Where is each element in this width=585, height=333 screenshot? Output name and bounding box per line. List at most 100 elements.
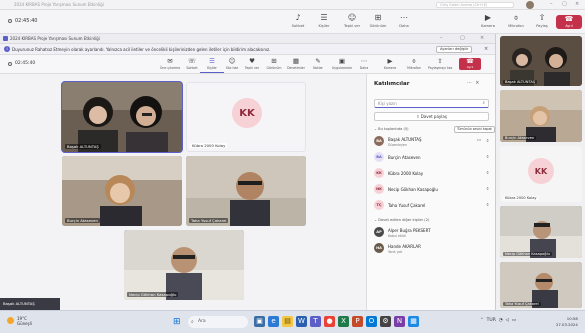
outer-tool-people[interactable]: ☰ Kişiler	[310, 13, 338, 28]
phone-icon: ☎	[466, 58, 474, 65]
outer-meeting-toolbar: 02:45:40 ♪ Sohbet ☰ Kişiler ☺ Tepki ver …	[0, 10, 585, 34]
inner-leave-button[interactable]: ☎ Ayrıl	[459, 58, 481, 70]
inner-tool-notes[interactable]: ✎ Notlar	[306, 57, 330, 70]
volume-icon[interactable]: ◁	[506, 318, 509, 323]
task-view-icon[interactable]: ▣	[254, 316, 265, 327]
inner-tool-more[interactable]: ⋯ Daha	[352, 57, 376, 70]
mute-all-button[interactable]: Tümünün sesini kapat	[454, 126, 495, 133]
tile-name-label: Başak ALTUNTAŞ	[65, 144, 101, 149]
strip-tile-basak[interactable]: Başak ALTUNTAŞ	[500, 36, 582, 86]
participant-row[interactable]: NK Necip Gökhan Kasapoğlu ⌽	[374, 183, 491, 197]
participant-avatar: BA	[374, 136, 384, 146]
strip-tile-kubra[interactable]: KK Kübra 2000 Kolay	[500, 146, 582, 202]
video-tile-taha[interactable]: Taha Yusuf Çakarel	[186, 156, 306, 226]
invited-row[interactable]: AP Alper Buğra PEKSERT Kabul etildi	[374, 226, 491, 240]
video-basak	[62, 82, 182, 152]
outer-tool-view[interactable]: ⊞ Görünüm	[364, 13, 392, 28]
tile-name-label: Necip Gökhan Kasapoğlu	[127, 292, 179, 297]
word-icon[interactable]: W	[296, 316, 307, 327]
participant-row[interactable]: KK Kübra 2000 Kolay ⌽	[374, 167, 491, 181]
inner-tool-view[interactable]: ⊞ Görünüm	[262, 57, 286, 70]
inner-tool-stop-share[interactable]: ⇧ Paylaşmayı kes	[428, 57, 452, 70]
more-icon[interactable]: ⋯	[467, 80, 472, 86]
inner-tool-controls[interactable]: ▦ Denetimler	[284, 57, 308, 70]
video-tile-burcin[interactable]: Burçin Ataseven	[62, 156, 182, 226]
battery-icon[interactable]: ▭	[512, 318, 516, 323]
participant-row[interactable]: BA Burçin Ataseven ⌽	[374, 151, 491, 165]
outer-leave-button[interactable]: ☎ Ayrıl	[556, 15, 582, 29]
taskbar-search-label: Ara	[198, 319, 206, 324]
screen-share-label[interactable]: Başak ALTUNTAŞ	[0, 298, 60, 310]
user-avatar[interactable]	[526, 1, 534, 9]
inner-tool-react[interactable]: ♥ Tepki ver	[240, 57, 264, 70]
participant-row[interactable]: TÇ Taha Yusuf Çakarel ⌽	[374, 199, 491, 213]
system-tray[interactable]: ⌃ TUR ◔ ◁ ▭	[480, 318, 516, 323]
inner-tool-label: Görünüm	[266, 66, 282, 70]
chrome-icon[interactable]: ●	[324, 316, 335, 327]
inner-tool-mic[interactable]: ⌽ Mikrofon	[402, 57, 426, 70]
excel-icon[interactable]: X	[338, 316, 349, 327]
outer-window-title: 2024 KIRBAS Proje Yarışması Sunum Etkinl…	[14, 2, 104, 7]
share-invite-button[interactable]: ⇪ Davet paylaş	[374, 112, 489, 121]
inner-tool-camera[interactable]: ▶ Kamera	[378, 57, 402, 70]
inner-maximize-icon[interactable]: ▢	[460, 35, 465, 41]
invited-row[interactable]: HA Hande AKARLAR Yanıt yok	[374, 242, 491, 256]
inner-meeting-timer: 02:45:40	[8, 61, 35, 66]
edge-icon[interactable]: e	[268, 316, 279, 327]
outer-tool-more[interactable]: ⋯ Daha	[390, 13, 418, 28]
outer-search-input[interactable]: Giriş Galeri Arama (Ctrl+E)	[436, 2, 514, 8]
onenote-icon[interactable]: N	[394, 316, 405, 327]
controls-icon: ▦	[292, 57, 300, 65]
chevron-up-icon[interactable]: ⌃	[480, 318, 484, 323]
outer-tool-mic[interactable]: ⌽ Mikrofon	[502, 13, 530, 28]
inner-tool-apps[interactable]: ▣ Uygulamalar	[330, 57, 354, 70]
outer-tool-label: Kişiler	[318, 24, 330, 28]
settings-icon[interactable]: ⚙	[380, 316, 391, 327]
mic-icon: ⌽	[486, 139, 489, 144]
inner-tool-0[interactable]: ✉ Öne çıkarma	[158, 57, 182, 70]
participant-search-input[interactable]: Kişi yazın ⌕	[374, 99, 489, 108]
file-explorer-icon[interactable]: ▤	[282, 316, 293, 327]
minimize-icon[interactable]: –	[550, 1, 553, 7]
close-icon[interactable]: ×	[575, 1, 579, 7]
language-indicator[interactable]: TUR	[487, 318, 496, 323]
inner-close-icon[interactable]: ×	[480, 35, 484, 41]
screen: 2024 KIRBAS Proje Yarışması Sunum Etkinl…	[0, 0, 585, 333]
close-panel-icon[interactable]: ×	[475, 80, 479, 86]
participant-avatar: HA	[374, 243, 384, 253]
wifi-icon[interactable]: ◔	[499, 318, 503, 323]
outlook-icon[interactable]: O	[366, 316, 377, 327]
inner-tool-label: Uygulamalar	[331, 66, 353, 70]
outer-tool-camera[interactable]: ▶ Kamera	[474, 13, 502, 28]
windows-start-icon[interactable]: ⊞	[173, 317, 181, 327]
dnd-notice-bar: i Duyurunuz Rahatsız Etmeyin olarak ayar…	[0, 44, 495, 55]
strip-tile-taha[interactable]: Taha Yusuf Çakarel	[500, 262, 582, 308]
dismiss-notice-icon[interactable]: ×	[484, 46, 488, 52]
video-tile-necip[interactable]: Necip Gökhan Kasapoğlu	[124, 230, 244, 300]
strip-avatar-kk: KK	[528, 158, 554, 184]
more-icon: ⋯	[360, 57, 368, 65]
camera-icon: ▶	[387, 57, 393, 65]
outer-tool-chat[interactable]: ♪ Sohbet	[284, 13, 312, 28]
inner-tool-label: Notlar	[313, 66, 323, 70]
change-settings-button[interactable]: Ayarları değiştir	[436, 46, 473, 53]
others-section[interactable]: ⌄ Davet edilen diğer kişiler (2)	[374, 218, 429, 222]
participant-row[interactable]: BA Başak ALTUNTAŞ Düzenleyen ▭ ⌽	[374, 135, 491, 149]
in-meeting-section[interactable]: ⌄ Bu toplantıda (5)	[374, 127, 409, 131]
video-tile-kubra[interactable]: KK Kübra 2000 Kolay	[186, 82, 306, 152]
maximize-icon[interactable]: ▢	[562, 1, 567, 7]
strip-tile-burcin[interactable]: Burçin Ataseven	[500, 90, 582, 142]
teams-icon[interactable]: T	[310, 316, 321, 327]
store-icon[interactable]: ▦	[408, 316, 419, 327]
weather-widget[interactable]: 19°C Güneşli	[7, 316, 32, 326]
inner-minimize-icon[interactable]: –	[440, 35, 443, 41]
video-tile-basak[interactable]: Başak ALTUNTAŞ	[61, 81, 183, 153]
taskbar-clock[interactable]: 10:58 27.03.2024	[556, 316, 578, 327]
outer-tool-react[interactable]: ☺ Tepki ver	[338, 13, 366, 28]
taskbar-search[interactable]: ⌕ Ara	[188, 316, 248, 328]
inner-meeting-toolbar: 02:45:40 ✉ Öne çıkarma ☏ Sohbet ☰ Kişiler ☺…	[0, 55, 495, 74]
strip-name-label: Necip Gökhan Kasapoğlu	[503, 252, 552, 256]
strip-tile-necip[interactable]: Necip Gökhan Kasapoğlu	[500, 206, 582, 258]
powerpoint-icon[interactable]: P	[352, 316, 363, 327]
outer-tool-share[interactable]: ⇧ Paylaş	[528, 13, 556, 28]
